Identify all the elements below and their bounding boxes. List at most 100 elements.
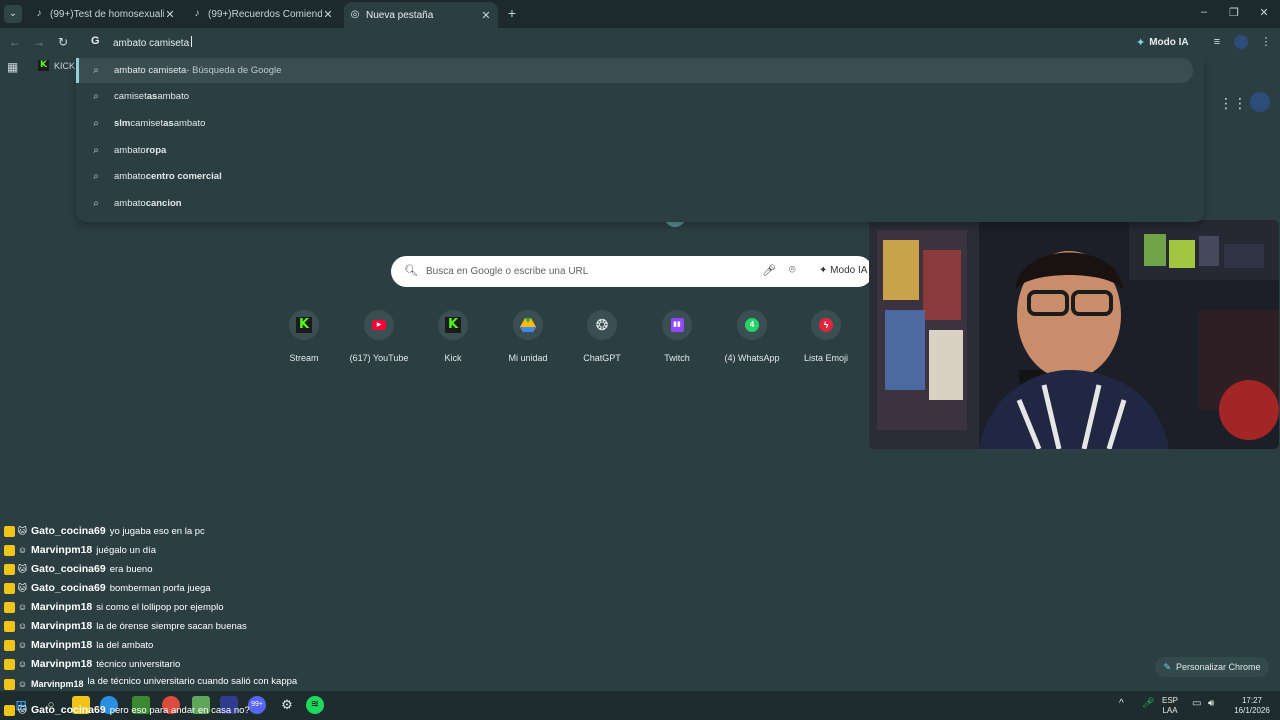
chrome-icon: ◎	[350, 9, 360, 20]
chat-message: ☺ Marvinpm18 juégalo un día	[4, 544, 156, 556]
crown-badge-icon	[4, 658, 15, 670]
shortcut-lista-emoji[interactable]: ϟ Lista Emoji	[788, 310, 864, 363]
suggestion-text: ambato	[114, 145, 146, 156]
close-window-icon[interactable]: ✕	[1256, 6, 1272, 19]
chat-text: era bueno	[109, 563, 153, 575]
suggestion-item[interactable]: ⌕ slm camiset as ambato	[76, 111, 1193, 136]
shortcut-chatgpt[interactable]: ❂ ChatGPT	[564, 310, 640, 363]
tab-search-menu-icon[interactable]: ⌄	[4, 5, 22, 23]
tab-1[interactable]: ♪ (99+)Test de homosexualidad d ✕	[28, 3, 182, 25]
kick-icon: K	[438, 310, 468, 340]
shortcut-kick[interactable]: K Kick	[415, 310, 491, 363]
lang-top: ESP	[1162, 696, 1179, 705]
discord-icon[interactable]: 99+	[248, 696, 266, 714]
suggestion-text: ambato	[157, 91, 189, 102]
notification-badge: 99+	[251, 701, 263, 708]
new-tab-icon[interactable]: +	[505, 5, 519, 21]
search-icon: ⌕	[93, 65, 99, 76]
chat-username: Marvinpm18	[31, 544, 93, 556]
menu-icon[interactable]: ⋮	[1259, 35, 1273, 49]
steam-icon[interactable]: ⚙	[278, 696, 296, 714]
shortcut-label: Kick	[444, 353, 462, 363]
search-icon: ⌕	[93, 118, 99, 129]
close-tab-icon[interactable]: ✕	[480, 9, 492, 22]
shortcut-stream[interactable]: K Stream	[266, 310, 342, 363]
forward-icon[interactable]: →	[31, 34, 47, 50]
apps-icon[interactable]: ▦	[7, 60, 18, 74]
tab-title: (99+)Test de homosexualidad d	[50, 8, 164, 20]
chat-username: Marvinpm18	[31, 620, 93, 632]
modo-ia-button[interactable]: ✦ Modo IA	[1136, 33, 1189, 51]
back-icon[interactable]: ←	[7, 34, 23, 50]
suggestion-bold: as	[163, 118, 174, 129]
crown-badge-icon	[4, 563, 15, 575]
language-indicator[interactable]: ESP LAA	[1162, 696, 1178, 716]
cat-emote-icon: 🐱︎	[17, 704, 28, 715]
spotify-icon[interactable]: ≋	[306, 696, 324, 714]
tray-chevron-icon[interactable]: ^	[1119, 699, 1124, 709]
avatar[interactable]	[1250, 92, 1270, 112]
chat-message: ☺ Marvinpm18 la de órense siempre sacan bu…	[4, 620, 247, 632]
shortcut-youtube[interactable]: ▶ (617) YouTube	[341, 310, 417, 363]
minimize-icon[interactable]: –	[1196, 6, 1212, 18]
suggestion-item[interactable]: ⌕ ambato centro comercial	[76, 164, 1193, 189]
crown-badge-icon	[4, 639, 15, 651]
crown-badge-icon	[4, 544, 15, 556]
user-emote-icon: ☺	[17, 601, 28, 612]
chat-username: Gato_cocina69	[31, 704, 106, 716]
restore-icon[interactable]: ❐	[1226, 6, 1242, 19]
chat-text: técnico universitario	[96, 658, 181, 670]
chatgpt-icon: ❂	[587, 310, 617, 340]
profile-icon[interactable]	[1234, 35, 1248, 49]
tab-3-active[interactable]: ◎ Nueva pestaña ✕	[344, 2, 498, 28]
google-g-icon: G	[91, 35, 100, 47]
clock-date: 16/1/2026	[1234, 706, 1270, 715]
ntp-modo-ia-button[interactable]: ✦ Modo IA	[819, 265, 867, 276]
suggestion-source: - Búsqueda de Google	[186, 65, 282, 76]
chat-message: 🐱︎ Gato_cocina69 bomberman porfa juega	[4, 582, 211, 594]
shortcut-mi-unidad[interactable]: Mi unidad	[490, 310, 566, 363]
reload-icon[interactable]: ↻	[55, 34, 71, 50]
chat-message: ☺ Marvinpm18 si como el lollipop por ejemp…	[4, 601, 224, 613]
search-icon: ⌕	[93, 198, 99, 209]
volume-icon[interactable]: 🔊︎	[1208, 699, 1214, 709]
chat-text: pero eso para andar en casa no?	[109, 704, 250, 716]
suggestion-item[interactable]: ⌕ ambato camiseta - Búsqueda de Google	[76, 58, 1193, 83]
lens-icon[interactable]: ⌾	[789, 264, 796, 277]
suggestion-item[interactable]: ⌕ camiset as ambato	[76, 84, 1193, 109]
clock-time: 17:27	[1241, 696, 1263, 705]
streamer-webcam-image	[869, 220, 1279, 449]
search-icon: 🔍︎	[404, 265, 418, 277]
network-icon[interactable]: ▭	[1192, 699, 1201, 709]
bookmark-kick[interactable]: K KICK	[38, 60, 75, 71]
ai-search-icon: ✦	[1136, 36, 1146, 49]
chat-message: ☺ Marvinpm18 la de técnico universitario c…	[4, 676, 298, 690]
suggestion-text: ambato	[114, 198, 146, 209]
crown-badge-icon	[4, 582, 15, 594]
clock[interactable]: 17:27 16/1/2026	[1226, 696, 1278, 716]
search-icon: ⌕	[93, 171, 99, 182]
crown-badge-icon	[4, 601, 15, 613]
chat-text: la de órense siempre sacan buenas	[96, 620, 247, 632]
suggestion-text: ambato camiseta	[114, 65, 187, 76]
tab-2[interactable]: ♪ (99+)Recuerdos Comiendo: Dr ✕	[186, 3, 340, 25]
shortcut-twitch[interactable]: ▮▮ Twitch	[639, 310, 715, 363]
suggestion-item[interactable]: ⌕ ambato ropa	[76, 138, 1193, 163]
media-controls-icon[interactable]: ≡	[1210, 35, 1224, 49]
shortcut-whatsapp[interactable]: 4 (4) WhatsApp	[714, 310, 790, 363]
kick-icon: K	[38, 60, 49, 71]
omnibox-input[interactable]: ambato camiseta	[113, 36, 193, 49]
microphone-icon[interactable]: 🎤︎	[762, 264, 776, 277]
ntp-search-box[interactable]: 🔍︎ Busca en Google o escribe una URL 🎤︎ …	[391, 256, 873, 287]
user-emote-icon: ☺	[17, 679, 28, 689]
chat-username: Marvinpm18	[31, 658, 93, 670]
close-tab-icon[interactable]: ✕	[322, 8, 334, 21]
close-tab-icon[interactable]: ✕	[164, 8, 176, 21]
chat-username: Marvinpm18	[31, 639, 93, 651]
personalizar-chrome-button[interactable]: ✎ Personalizar Chrome	[1155, 657, 1269, 677]
suggestion-item[interactable]: ⌕ ambato cancion	[76, 191, 1193, 216]
modo-ia-label: Modo IA	[1149, 36, 1189, 48]
user-emote-icon: ☺	[17, 639, 28, 650]
microphone-icon[interactable]: 🎤︎	[1142, 699, 1155, 709]
chat-username: Gato_cocina69	[31, 563, 106, 575]
